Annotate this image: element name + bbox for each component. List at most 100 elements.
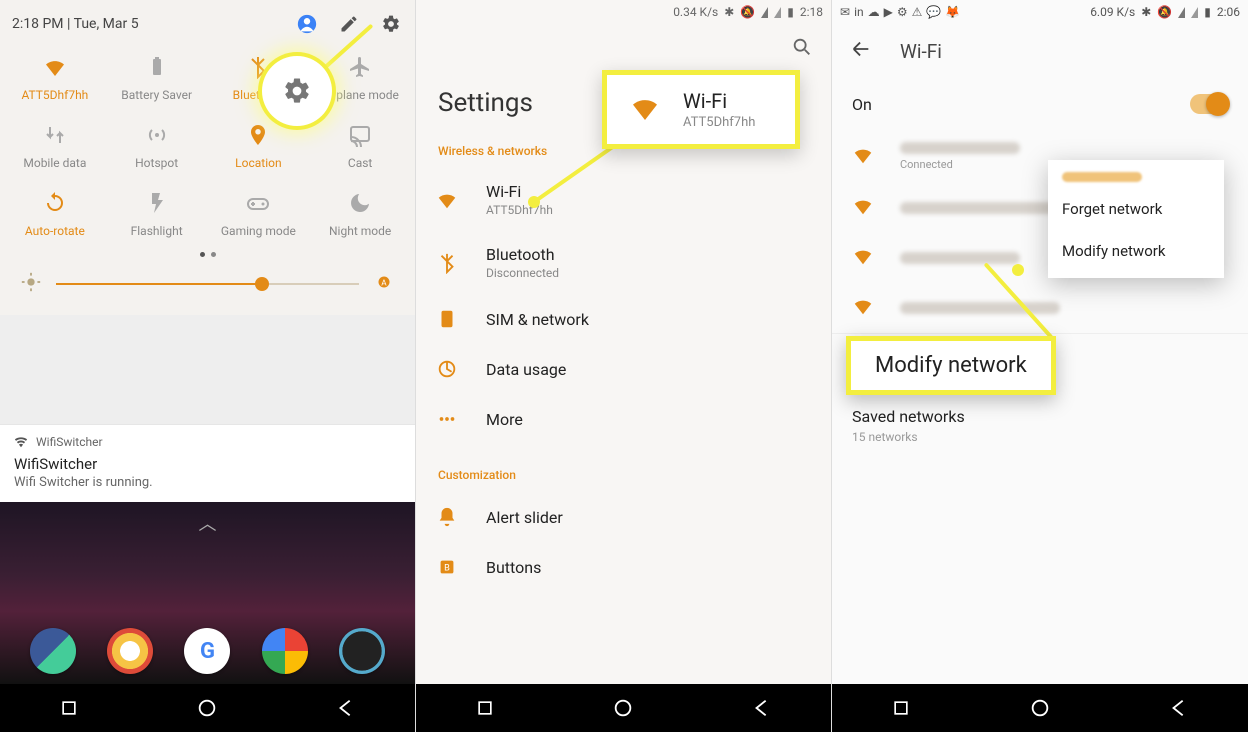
qs-tile-mobiledata[interactable]: Mobile data bbox=[4, 122, 106, 170]
saved-networks-row[interactable]: Saved networks 15 networks bbox=[832, 389, 1248, 462]
nav-back-button[interactable] bbox=[750, 696, 774, 720]
app-5[interactable] bbox=[339, 628, 385, 674]
status-icon: 💬 bbox=[926, 5, 941, 19]
quick-settings-panel: 2:18 PM | Tue, Mar 5 ATT5Dhf7hhBattery S… bbox=[0, 0, 415, 315]
wifi-icon bbox=[852, 245, 874, 271]
qs-tile-battery[interactable]: Battery Saver bbox=[106, 54, 208, 102]
nav-back-button[interactable] bbox=[334, 696, 358, 720]
nav-bar bbox=[0, 684, 415, 732]
qs-tile-rotate[interactable]: Auto-rotate bbox=[4, 190, 106, 238]
status-signal-icon bbox=[1191, 7, 1198, 18]
qs-tile-game[interactable]: Gaming mode bbox=[208, 190, 310, 238]
phone-3-wifi: ✉ in ☁ ▶ ⚙ ⚠ 💬 🦊 6.09 K/s ✱ 🔕 ▮ 2:06 Wi-… bbox=[832, 0, 1248, 732]
home-wallpaper: ︿ G bbox=[0, 502, 415, 684]
network-name-blurred bbox=[900, 142, 1020, 154]
clock-text: 2:18 PM | Tue, Mar 5 bbox=[12, 16, 139, 32]
app-1[interactable] bbox=[30, 628, 76, 674]
wifi-icon bbox=[852, 195, 874, 221]
night-icon bbox=[347, 190, 373, 216]
leader-dot-3 bbox=[1012, 264, 1024, 276]
brightness-slider[interactable] bbox=[56, 283, 359, 285]
nav-recent-button[interactable] bbox=[473, 696, 497, 720]
brightness-row: A bbox=[0, 263, 415, 315]
qs-tile-hotspot[interactable]: Hotspot bbox=[106, 122, 208, 170]
settings-row-buttons[interactable]: B Buttons bbox=[416, 542, 831, 592]
highlight-gear-halo bbox=[262, 56, 332, 126]
row-title: Alert slider bbox=[486, 508, 563, 527]
app-google[interactable]: G bbox=[184, 628, 230, 674]
network-name-blurred bbox=[900, 252, 1020, 264]
settings-row-data[interactable]: Data usage bbox=[416, 344, 831, 394]
status-wifi-icon bbox=[761, 7, 768, 18]
row-sub: Disconnected bbox=[486, 266, 559, 280]
qs-tile-location[interactable]: Location bbox=[208, 122, 310, 170]
on-label: On bbox=[852, 95, 872, 114]
notification-card[interactable]: WifiSwitcher WifiSwitcher Wifi Switcher … bbox=[0, 424, 415, 504]
qs-tile-flash[interactable]: Flashlight bbox=[106, 190, 208, 238]
tile-label: Flashlight bbox=[131, 224, 183, 238]
wifi-toggle[interactable] bbox=[1190, 94, 1228, 114]
nav-back-button[interactable] bbox=[1167, 696, 1191, 720]
settings-icon[interactable] bbox=[379, 12, 403, 36]
status-battery-icon: ▮ bbox=[787, 5, 794, 19]
menu-header-blur bbox=[1062, 172, 1142, 182]
nav-home-button[interactable] bbox=[611, 696, 635, 720]
more-icon bbox=[434, 408, 460, 430]
context-menu: Forget network Modify network bbox=[1048, 160, 1224, 278]
row-title: Data usage bbox=[486, 360, 566, 379]
location-icon bbox=[245, 122, 271, 148]
row-title: Buttons bbox=[486, 558, 541, 577]
settings-row-bluetooth[interactable]: BluetoothDisconnected bbox=[416, 231, 831, 294]
settings-row-sim[interactable]: SIM & network bbox=[416, 294, 831, 344]
status-icon: ☁ bbox=[868, 5, 880, 19]
status-speed3: 6.09 K/s bbox=[1090, 5, 1135, 19]
data-icon bbox=[434, 358, 460, 380]
section-customization: Customization bbox=[416, 462, 831, 492]
nav-home-button[interactable] bbox=[1028, 696, 1052, 720]
tile-label: Hotspot bbox=[135, 156, 178, 170]
tile-label: Location bbox=[235, 156, 281, 170]
callout-title: Wi-Fi bbox=[683, 89, 755, 113]
status-icon: in bbox=[854, 5, 864, 19]
nav-bar-2 bbox=[416, 684, 831, 732]
status-dnd-icon: 🔕 bbox=[740, 5, 755, 19]
status-icon: 🦊 bbox=[945, 5, 960, 19]
qs-tile-cast[interactable]: Cast bbox=[309, 122, 411, 170]
status-bt-icon: ✱ bbox=[724, 5, 734, 19]
settings-row-bell[interactable]: Alert slider bbox=[416, 492, 831, 542]
nav-recent-button[interactable] bbox=[889, 696, 913, 720]
status-speed: 0.34 K/s bbox=[673, 5, 718, 19]
settings-rows-1: Wi-FiATT5Dhf7hhBluetoothDisconnectedSIM … bbox=[416, 168, 831, 444]
settings-row-more[interactable]: More bbox=[416, 394, 831, 444]
callout-wifi: Wi-Fi ATT5Dhf7hh bbox=[602, 70, 800, 149]
search-icon[interactable] bbox=[791, 36, 813, 62]
nav-home-button[interactable] bbox=[195, 696, 219, 720]
qs-tile-night[interactable]: Night mode bbox=[309, 190, 411, 238]
phone-2-settings: 0.34 K/s ✱ 🔕 ▮ 2:18 Settings Wireless & … bbox=[416, 0, 832, 732]
nav-bar-3 bbox=[832, 684, 1248, 732]
notif-title: WifiSwitcher bbox=[14, 455, 401, 473]
user-icon[interactable] bbox=[295, 12, 319, 36]
status-dnd-icon: 🔕 bbox=[1157, 5, 1172, 19]
settings-row-wifi[interactable]: Wi-FiATT5Dhf7hh bbox=[416, 168, 831, 231]
settings-rows-2: Alert slider B Buttons bbox=[416, 492, 831, 592]
brightness-auto-icon[interactable]: A bbox=[373, 271, 395, 297]
menu-forget[interactable]: Forget network bbox=[1048, 188, 1224, 230]
settings-search-row bbox=[416, 24, 831, 74]
notif-app-name: WifiSwitcher bbox=[36, 435, 103, 449]
edit-icon[interactable] bbox=[337, 12, 361, 36]
qs-tile-wifi[interactable]: ATT5Dhf7hh bbox=[4, 54, 106, 102]
app-chrome[interactable] bbox=[107, 628, 153, 674]
svg-text:B: B bbox=[444, 564, 450, 574]
network-name-blurred bbox=[900, 302, 1060, 314]
app-4[interactable] bbox=[262, 628, 308, 674]
phone-1-quicksettings: 2:18 PM | Tue, Mar 5 ATT5Dhf7hhBattery S… bbox=[0, 0, 416, 732]
status-signal-icon bbox=[774, 7, 781, 18]
nav-recent-button[interactable] bbox=[57, 696, 81, 720]
menu-modify[interactable]: Modify network bbox=[1048, 230, 1224, 272]
chevron-up-icon[interactable]: ︿ bbox=[199, 510, 217, 536]
wifi-icon bbox=[42, 54, 68, 80]
wifi-small-icon bbox=[14, 435, 28, 449]
status-icon: ✉ bbox=[840, 5, 850, 19]
back-arrow-icon[interactable] bbox=[850, 38, 872, 64]
